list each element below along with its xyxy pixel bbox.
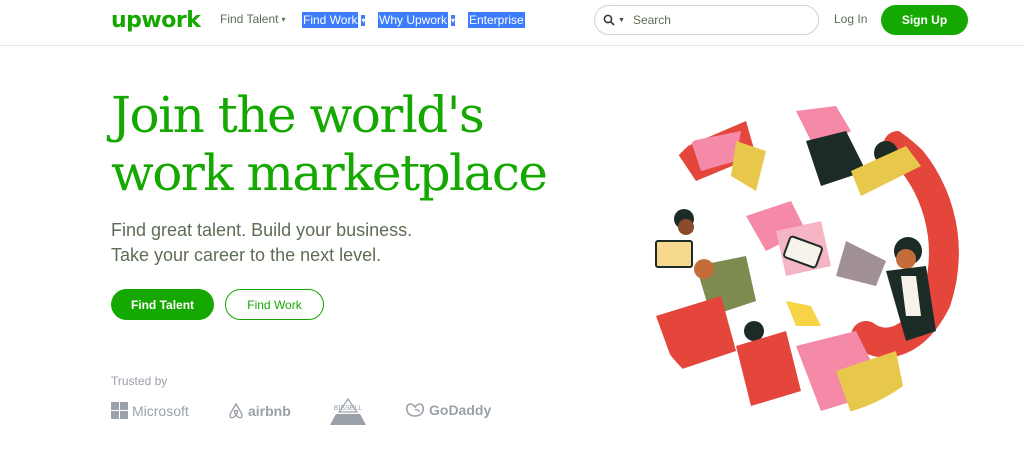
- page-title: Join the world's work marketplace: [111, 86, 548, 202]
- find-talent-button[interactable]: Find Talent: [111, 289, 214, 320]
- nav-find-work[interactable]: Find Work ▾: [302, 12, 366, 28]
- chevron-down-icon: ▾: [361, 14, 366, 26]
- trusted-by-label: Trusted by: [111, 374, 168, 388]
- nav-find-talent[interactable]: Find Talent ▾: [220, 12, 286, 26]
- chevron-down-icon: ▾: [281, 14, 286, 24]
- bissell-logo: BISSELL: [326, 398, 370, 426]
- brand-name: Microsoft: [132, 402, 189, 419]
- signup-button[interactable]: Sign Up: [881, 5, 968, 35]
- search-icon[interactable]: [603, 14, 615, 26]
- microsoft-icon: [111, 402, 128, 419]
- brand-name: airbnb: [248, 403, 291, 419]
- airbnb-icon: [229, 402, 243, 419]
- subtitle-line: Find great talent. Build your business.: [111, 220, 413, 240]
- airbnb-logo: airbnb: [228, 402, 291, 420]
- svg-text:BISSELL: BISSELL: [334, 405, 363, 412]
- nav-label: Why Upwork: [378, 12, 449, 28]
- nav-label: Find Work: [302, 12, 359, 28]
- nav-label: Enterprise: [468, 12, 525, 28]
- headline-line: Join the world's: [111, 86, 485, 144]
- login-link[interactable]: Log In: [834, 12, 867, 26]
- nav-why-upwork[interactable]: Why Upwork ▾: [378, 12, 456, 28]
- hero-subtitle: Find great talent. Build your business. …: [111, 218, 412, 268]
- godaddy-icon: [406, 403, 424, 417]
- brand-name: GoDaddy: [429, 402, 492, 418]
- nav-label: Find Talent: [220, 12, 279, 26]
- find-work-button[interactable]: Find Work: [225, 289, 324, 320]
- bissell-icon: BISSELL: [330, 398, 366, 425]
- top-navbar: upwork Find Talent ▾ Find Work ▾ Why Upw…: [0, 0, 1024, 46]
- chevron-down-icon: ▾: [451, 14, 456, 26]
- microsoft-logo: Microsoft: [111, 402, 189, 419]
- caret-down-icon[interactable]: ▼: [618, 17, 625, 24]
- search-input[interactable]: [632, 13, 803, 27]
- upwork-logo[interactable]: upwork: [111, 8, 201, 33]
- nav-enterprise[interactable]: Enterprise: [468, 12, 525, 28]
- godaddy-logo: GoDaddy: [405, 402, 491, 418]
- headline-line: work marketplace: [111, 144, 548, 202]
- subtitle-line: Take your career to the next level.: [111, 245, 382, 265]
- collaboration-illustration: [637, 102, 969, 418]
- search-box[interactable]: ▼: [594, 5, 819, 35]
